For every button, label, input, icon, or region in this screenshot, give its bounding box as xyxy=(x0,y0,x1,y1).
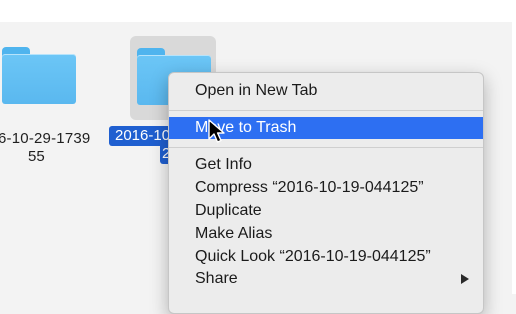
menu-item-duplicate[interactable]: Duplicate xyxy=(169,200,483,222)
menu-separator xyxy=(169,110,483,111)
menu-item-compress[interactable]: Compress “2016-10-19-044125” xyxy=(169,177,483,199)
folder-item-1[interactable] xyxy=(2,47,76,107)
folder-1-name-line1[interactable]: 6-10-29-1739 xyxy=(0,128,90,150)
folder-1-name-line2[interactable]: 55 xyxy=(28,148,45,166)
menu-item-quick-look[interactable]: Quick Look “2016-10-19-044125” xyxy=(169,246,483,268)
window-right-edge xyxy=(512,0,516,294)
menu-item-get-info[interactable]: Get Info xyxy=(169,154,483,176)
mouse-pointer-icon xyxy=(208,119,225,143)
menu-item-share[interactable]: Share xyxy=(169,268,483,290)
menu-separator xyxy=(169,147,483,148)
chevron-right-icon xyxy=(461,274,469,284)
window-top-strip xyxy=(0,0,516,22)
menu-item-make-alias[interactable]: Make Alias xyxy=(169,223,483,245)
folder-icon xyxy=(2,47,76,105)
context-menu: Open in New Tab Move to Trash Get Info C… xyxy=(168,72,484,314)
menu-item-open-in-new-tab[interactable]: Open in New Tab xyxy=(169,80,483,102)
